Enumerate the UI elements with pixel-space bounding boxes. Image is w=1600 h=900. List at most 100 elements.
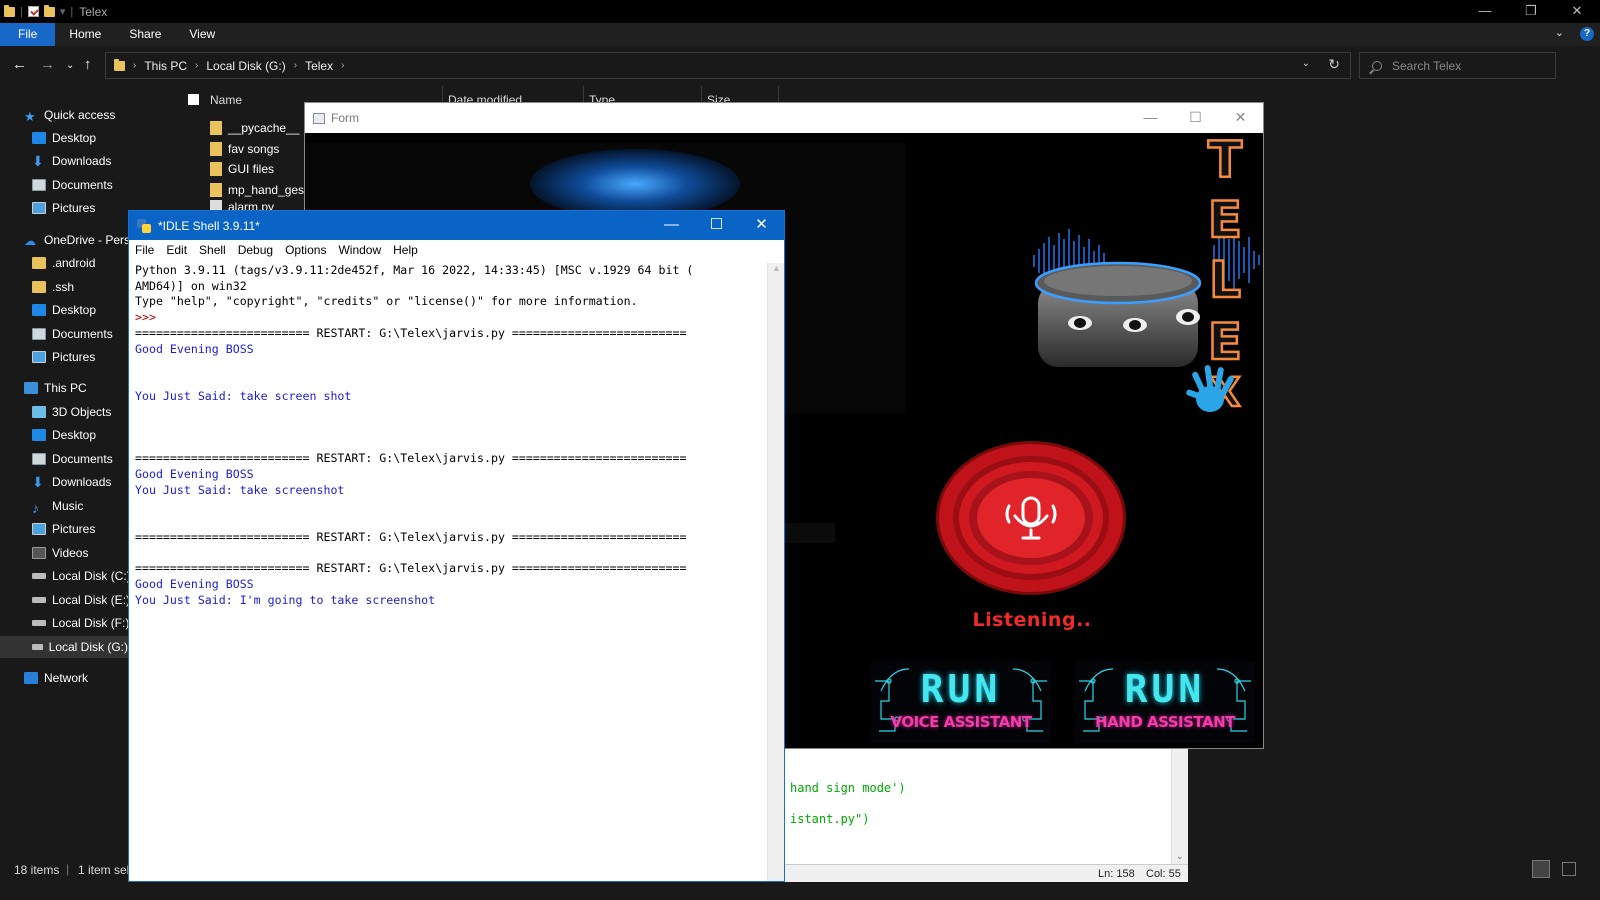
nav-od-documents[interactable]: Documents <box>32 323 128 345</box>
nav-disk-g[interactable]: Local Disk (G:) <box>0 636 128 658</box>
microphone-button[interactable] <box>935 440 1127 596</box>
file-row[interactable]: mp_hand_gest <box>210 180 307 200</box>
nav-ssh[interactable]: .ssh <box>32 276 128 298</box>
nav-downloads[interactable]: ⬇ Downloads <box>32 150 128 172</box>
forward-icon[interactable]: → <box>40 56 55 73</box>
chevron-down-icon[interactable]: ⌄ <box>1302 58 1310 69</box>
minimize-button[interactable]: — <box>1462 0 1508 23</box>
shell-output[interactable]: Python 3.9.11 (tags/v3.9.11:2de452f, Mar… <box>135 263 761 881</box>
maximize-button[interactable]: ☐ <box>694 211 739 240</box>
nav-od-desktop[interactable]: Desktop <box>32 299 128 321</box>
pictures-icon <box>32 523 46 535</box>
close-button[interactable]: ✕ <box>1218 103 1263 133</box>
column-name[interactable]: Name <box>210 93 242 107</box>
nav-disk-c[interactable]: Local Disk (C:) <box>32 565 128 587</box>
folder-icon[interactable] <box>4 4 15 17</box>
file-row[interactable]: __pycache__ <box>210 118 299 138</box>
tab-view[interactable]: View <box>175 23 229 46</box>
recent-locations-icon[interactable]: ⌄ <box>66 60 74 71</box>
select-all-checkbox[interactable] <box>188 94 199 105</box>
scrollbar[interactable]: ⌄ <box>1171 748 1188 864</box>
code-line[interactable]: hand sign mode') <box>790 781 906 795</box>
properties-icon[interactable] <box>27 6 39 17</box>
close-button[interactable]: ✕ <box>1554 0 1600 23</box>
menu-debug[interactable]: Debug <box>232 240 279 260</box>
nav-documents[interactable]: Documents <box>32 174 128 196</box>
refresh-icon[interactable]: ↻ <box>1328 56 1340 73</box>
menu-options[interactable]: Options <box>279 240 332 260</box>
chevron-down-icon[interactable]: ⌄ <box>1176 851 1184 862</box>
code-line[interactable]: istant.py") <box>790 812 869 826</box>
selection-count: 1 item sel <box>78 863 130 877</box>
computer-icon <box>24 382 38 394</box>
file-row[interactable]: fav songs <box>210 139 279 159</box>
file-row[interactable]: GUI files <box>210 159 274 179</box>
nav-3d-objects[interactable]: 3D Objects <box>32 401 128 423</box>
tab-share[interactable]: Share <box>115 23 175 46</box>
new-folder-icon[interactable] <box>43 4 55 17</box>
close-button[interactable]: ✕ <box>739 211 784 240</box>
line-number: Ln: 158 <box>1098 868 1135 880</box>
document-icon <box>32 328 46 340</box>
nav-quick-access[interactable]: ★ Quick access <box>24 104 128 126</box>
nav-videos[interactable]: Videos <box>32 542 128 564</box>
navigation-pane: ★ Quick access Desktop ⬇ Downloads Documen… <box>0 86 128 858</box>
hand-icon <box>1186 365 1234 412</box>
tab-file[interactable]: File <box>0 23 56 46</box>
run-label: RUN <box>920 667 1002 711</box>
nav-music[interactable]: ♪ Music <box>32 495 128 517</box>
details-view-icon[interactable] <box>1532 860 1550 878</box>
shell-line: ========================= RESTART: G:\Te… <box>135 561 687 576</box>
document-icon <box>32 179 46 191</box>
nav-desktop[interactable]: Desktop <box>32 127 128 149</box>
tab-home[interactable]: Home <box>55 23 115 46</box>
run-hand-assistant-button[interactable]: RUN HAND ASSISTANT <box>1075 661 1255 743</box>
folder-icon <box>210 183 222 197</box>
menu-window[interactable]: Window <box>332 240 387 260</box>
nav-disk-e[interactable]: Local Disk (E:) <box>32 589 128 611</box>
restore-button[interactable]: ❐ <box>1508 0 1554 23</box>
nav-pc-desktop[interactable]: Desktop <box>32 424 128 446</box>
menu-edit[interactable]: Edit <box>160 240 193 260</box>
chevron-up-icon[interactable]: ▲ <box>772 263 781 273</box>
back-icon[interactable]: ← <box>12 56 27 73</box>
scrollbar[interactable]: ▲ <box>767 263 784 881</box>
maximize-button[interactable]: ☐ <box>1173 103 1218 133</box>
file-row[interactable]: alarm.py <box>210 200 274 210</box>
nav-onedrive[interactable]: ☁ OneDrive - Perso <box>24 229 128 251</box>
nav-this-pc[interactable]: This PC <box>24 377 128 399</box>
nav-pc-documents[interactable]: Documents <box>32 448 128 470</box>
breadcrumb-local-disk[interactable]: Local Disk (G:) <box>206 59 285 73</box>
minimize-button[interactable]: — <box>1128 103 1173 133</box>
folder-icon <box>32 257 46 269</box>
customize-toolbar-icon[interactable]: ▾ <box>60 5 66 18</box>
help-icon[interactable]: ? <box>1580 27 1594 41</box>
menu-shell[interactable]: Shell <box>193 240 232 260</box>
address-bar[interactable]: › This PC › Local Disk (G:) › Telex › ⌄ … <box>105 52 1351 79</box>
nav-pc-pictures[interactable]: Pictures <box>32 518 128 540</box>
drive-icon <box>32 597 46 603</box>
expand-ribbon-icon[interactable]: ⌄ <box>1555 26 1564 39</box>
minimize-button[interactable]: — <box>649 211 694 240</box>
large-icons-view-icon[interactable] <box>1562 862 1576 876</box>
search-input[interactable]: Search Telex <box>1359 52 1556 79</box>
nav-network[interactable]: Network <box>24 667 128 689</box>
desktop-icon <box>32 132 46 144</box>
nav-pc-downloads[interactable]: ⬇ Downloads <box>32 471 128 493</box>
nav-pictures[interactable]: Pictures <box>32 197 128 219</box>
video-icon <box>32 547 46 559</box>
nav-disk-f[interactable]: Local Disk (F:) <box>32 612 128 634</box>
nav-od-pictures[interactable]: Pictures <box>32 346 128 368</box>
address-bar-row: ← → ⌄ ↑ › This PC › Local Disk (G:) › Te… <box>0 46 1600 86</box>
menu-help[interactable]: Help <box>387 240 424 260</box>
code-editor-window: hand sign mode') istant.py") ⌄ Ln: 158 C… <box>784 748 1188 882</box>
breadcrumb-telex[interactable]: Telex <box>305 59 333 73</box>
menu-file[interactable]: File <box>129 240 160 260</box>
up-icon[interactable]: ↑ <box>84 56 92 73</box>
run-voice-assistant-button[interactable]: RUN VOICE ASSISTANT <box>871 661 1051 743</box>
smart-speaker-image <box>1034 261 1202 367</box>
breadcrumb-this-pc[interactable]: This PC <box>144 59 187 73</box>
nav-android[interactable]: .android <box>32 252 128 274</box>
telex-letter: E <box>1207 191 1244 249</box>
idle-titlebar: *IDLE Shell 3.9.11* — ☐ ✕ <box>129 211 784 240</box>
